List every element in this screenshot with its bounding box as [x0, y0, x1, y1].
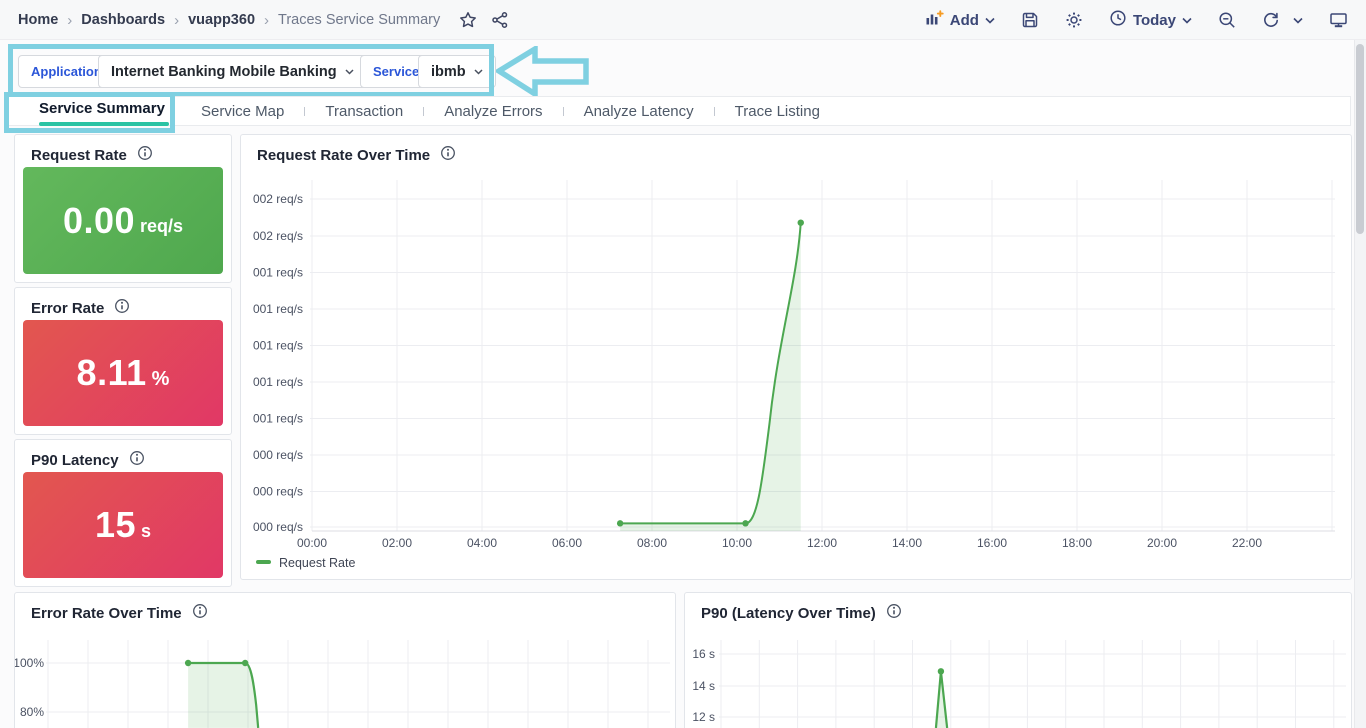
stat-value: 15 — [95, 504, 136, 546]
add-chart-icon — [925, 9, 944, 32]
svg-text:14:00: 14:00 — [892, 536, 922, 550]
time-range-label: Today — [1133, 12, 1176, 29]
tab-analyze-latency[interactable]: Analyze Latency — [584, 103, 694, 120]
breadcrumb-current-page: Traces Service Summary — [278, 12, 440, 28]
annotation-arrow-left — [496, 46, 590, 98]
svg-text:08:00: 08:00 — [637, 536, 667, 550]
svg-text:12:00: 12:00 — [807, 536, 837, 550]
svg-text:000 req/s: 000 req/s — [253, 448, 303, 462]
stat-value: 0.00 — [63, 200, 135, 242]
header-toolbar: Add — [925, 0, 1348, 40]
svg-text:00:00: 00:00 — [297, 536, 327, 550]
info-icon[interactable] — [114, 298, 130, 319]
panel-title: Error Rate — [31, 300, 104, 317]
annotation-highlight-filters — [8, 44, 494, 97]
info-icon[interactable] — [192, 603, 208, 624]
request-rate-panel: Request Rate 0.00 req/s — [14, 134, 232, 283]
request-rate-stat: 0.00 req/s — [23, 167, 223, 274]
panel-title: Request Rate — [31, 147, 127, 164]
refresh-control — [1262, 11, 1303, 29]
svg-text:100%: 100% — [15, 656, 44, 670]
svg-text:12 s: 12 s — [692, 710, 715, 724]
add-button-label: Add — [950, 12, 979, 29]
svg-text:002 req/s: 002 req/s — [253, 192, 303, 206]
panel-title: Error Rate Over Time — [31, 605, 182, 622]
tab-bar: Service Summary Service Map Transaction … — [8, 96, 1351, 126]
error-rate-stat: 8.11 % — [23, 320, 223, 426]
gear-icon[interactable] — [1065, 11, 1083, 29]
clock-icon — [1109, 9, 1127, 32]
p90-latency-stat: 15 s — [23, 472, 223, 578]
breadcrumb-separator: › — [264, 12, 269, 29]
panel-title: Request Rate Over Time — [257, 147, 430, 164]
breadcrumb-separator: › — [174, 12, 179, 29]
breadcrumb-separator: › — [67, 12, 72, 29]
stat-value: 8.11 — [77, 352, 147, 394]
svg-text:001 req/s: 001 req/s — [253, 339, 303, 353]
error-rate-over-time-panel: Error Rate Over Time 100% 80% — [14, 592, 676, 728]
svg-text:Request Rate: Request Rate — [279, 556, 355, 570]
tab-separator — [304, 107, 305, 116]
refresh-icon[interactable] — [1262, 11, 1280, 29]
request-rate-over-time-chart[interactable]: 002 req/s 002 req/s 001 req/s 001 req/s 001 … — [241, 135, 1351, 579]
tab-separator — [563, 107, 564, 116]
header: Home › Dashboards › vuapp360 › Traces Se… — [0, 0, 1366, 40]
svg-text:02:00: 02:00 — [382, 536, 412, 550]
chevron-down-icon — [1182, 11, 1192, 29]
tab-trace-listing[interactable]: Trace Listing — [735, 103, 820, 120]
svg-text:001 req/s: 001 req/s — [253, 302, 303, 316]
vertical-scrollbar — [1354, 40, 1366, 728]
svg-text:80%: 80% — [20, 705, 44, 719]
svg-text:14 s: 14 s — [692, 679, 715, 693]
svg-text:001 req/s: 001 req/s — [253, 375, 303, 389]
svg-text:001 req/s: 001 req/s — [253, 412, 303, 426]
svg-text:16 s: 16 s — [692, 647, 715, 661]
save-icon[interactable] — [1021, 11, 1039, 29]
zoom-out-icon[interactable] — [1218, 11, 1236, 29]
tab-analyze-errors[interactable]: Analyze Errors — [444, 103, 542, 120]
svg-text:001 req/s: 001 req/s — [253, 266, 303, 280]
monitor-icon[interactable] — [1329, 11, 1348, 29]
svg-text:002 req/s: 002 req/s — [253, 229, 303, 243]
error-rate-panel: Error Rate 8.11 % — [14, 287, 232, 435]
panel-title: P90 Latency — [31, 452, 119, 469]
stat-unit: s — [141, 521, 151, 542]
svg-text:06:00: 06:00 — [552, 536, 582, 550]
svg-text:000 req/s: 000 req/s — [253, 520, 303, 534]
breadcrumb-dashboards[interactable]: Dashboards — [81, 12, 165, 28]
breadcrumb: Home › Dashboards › vuapp360 › Traces Se… — [18, 0, 509, 40]
p90-latency-over-time-panel: P90 (Latency Over Time) 16 s 14 s 12 s — [684, 592, 1352, 728]
svg-text:10:00: 10:00 — [722, 536, 752, 550]
add-panel-button[interactable]: Add — [925, 9, 995, 32]
star-icon[interactable] — [459, 11, 477, 29]
info-icon[interactable] — [440, 145, 456, 166]
time-range-picker[interactable]: Today — [1109, 9, 1192, 32]
share-icon[interactable] — [491, 11, 509, 29]
annotation-highlight-active-tab — [4, 92, 175, 133]
request-rate-over-time-panel: Request Rate Over Time 002 req/s002 req/… — [240, 134, 1352, 580]
stat-unit: % — [152, 368, 170, 391]
stat-unit: req/s — [140, 216, 183, 237]
chevron-down-icon — [985, 11, 995, 29]
info-icon[interactable] — [886, 603, 902, 624]
svg-text:22:00: 22:00 — [1232, 536, 1262, 550]
p90-latency-panel: P90 Latency 15 s — [14, 439, 232, 587]
info-icon[interactable] — [129, 450, 145, 471]
tab-service-map[interactable]: Service Map — [201, 103, 284, 120]
svg-text:16:00: 16:00 — [977, 536, 1007, 550]
breadcrumb-home[interactable]: Home — [18, 12, 58, 28]
svg-text:000 req/s: 000 req/s — [253, 485, 303, 499]
svg-text:20:00: 20:00 — [1147, 536, 1177, 550]
chevron-down-icon[interactable] — [1293, 17, 1303, 24]
breadcrumb-vuapp360[interactable]: vuapp360 — [188, 12, 255, 28]
info-icon[interactable] — [137, 145, 153, 166]
svg-text:04:00: 04:00 — [467, 536, 497, 550]
panel-title: P90 (Latency Over Time) — [701, 605, 876, 622]
tab-separator — [423, 107, 424, 116]
scrollbar-thumb[interactable] — [1356, 44, 1364, 234]
tab-transaction[interactable]: Transaction — [325, 103, 403, 120]
tab-separator — [714, 107, 715, 116]
svg-text:18:00: 18:00 — [1062, 536, 1092, 550]
